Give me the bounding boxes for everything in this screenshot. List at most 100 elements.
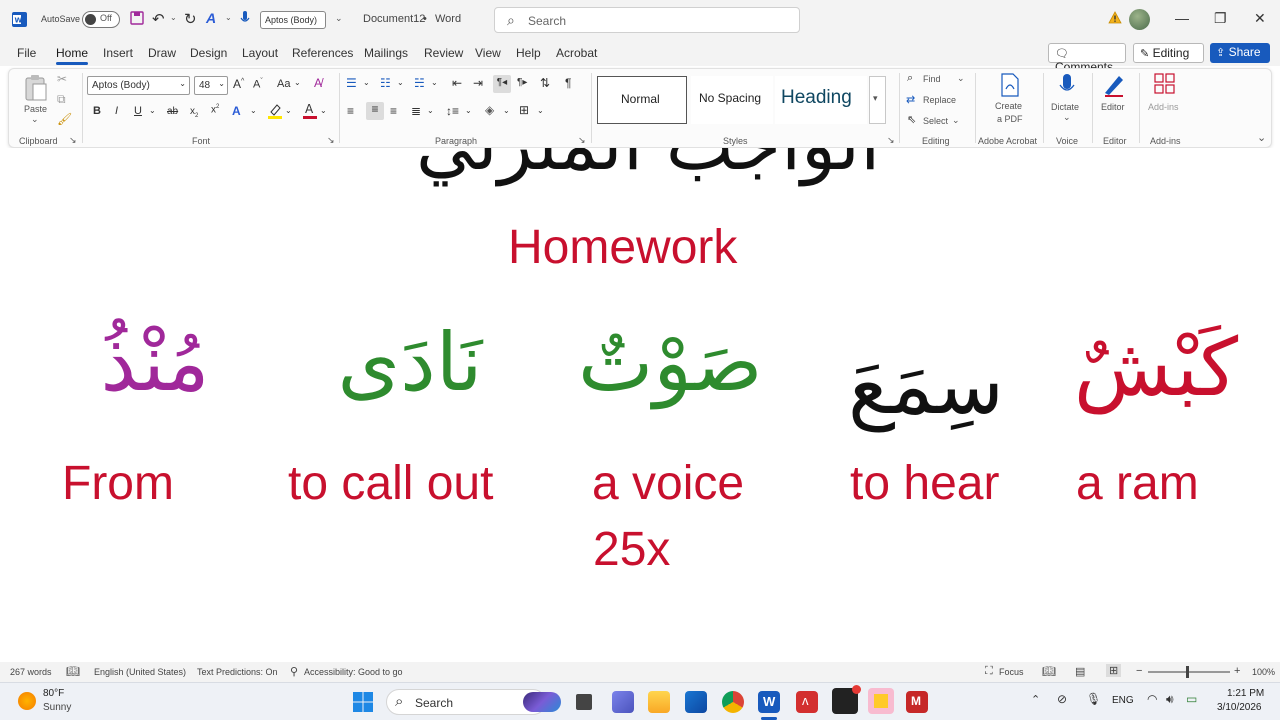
font-color-chevron-icon[interactable]: ⌄ <box>320 106 327 115</box>
web-layout-icon[interactable]: ⊞ <box>1106 664 1122 677</box>
find-icon[interactable]: ⌕ <box>907 72 913 85</box>
autosave-toggle[interactable]: Off <box>82 11 120 28</box>
clock-time[interactable]: 1:21 PM <box>1227 688 1264 699</box>
file-explorer-icon[interactable] <box>648 691 670 713</box>
tab-draw[interactable]: Draw <box>148 46 176 60</box>
chrome-icon[interactable] <box>722 691 744 713</box>
font-size-combo[interactable]: 48 ⌄ <box>194 76 228 95</box>
create-pdf-icon[interactable] <box>999 73 1021 102</box>
weather-description[interactable]: Sunny <box>43 702 71 713</box>
clock-date[interactable]: 3/10/2026 <box>1217 702 1262 713</box>
line-spacing-chevron-icon[interactable]: ⌄ <box>465 106 472 115</box>
change-case-chevron-icon[interactable]: ⌄ <box>294 78 301 87</box>
tab-help[interactable]: Help <box>516 46 541 60</box>
battery-icon[interactable]: ▭ <box>1186 692 1197 706</box>
accessibility-status[interactable]: Accessibility: Good to go <box>304 667 403 677</box>
tab-view[interactable]: View <box>475 46 501 60</box>
strikethrough-icon[interactable]: ab <box>167 106 178 117</box>
tab-home[interactable]: Home <box>56 46 89 65</box>
restore-icon[interactable]: ❐ <box>1214 10 1227 27</box>
paragraph-launcher-icon[interactable]: ↘ <box>578 135 586 146</box>
acrobat-icon[interactable]: ᴧ <box>796 691 818 713</box>
ribbon-collapse-chevron-icon[interactable]: ⌄ <box>1257 131 1266 144</box>
warning-icon[interactable] <box>1108 11 1122 27</box>
text-effects-icon[interactable]: A <box>232 104 241 118</box>
shading-icon[interactable]: ◈ <box>485 103 494 117</box>
find-label[interactable]: Find <box>923 74 941 84</box>
accessibility-icon[interactable]: ⚲ <box>290 665 298 678</box>
justify-chevron-icon[interactable]: ⌄ <box>427 106 434 115</box>
share-button[interactable]: ⇪ Share ⌄ <box>1210 43 1270 72</box>
language-status[interactable]: English (United States) <box>94 667 186 677</box>
shrink-font-icon[interactable]: Aˇ <box>253 78 263 91</box>
weather-sun-icon[interactable] <box>18 692 36 710</box>
comments-button[interactable]: 🗨︎ Comments <box>1048 43 1126 74</box>
borders-icon[interactable]: ⊞ <box>519 103 529 117</box>
tab-mailings[interactable]: Mailings <box>364 46 408 60</box>
notes-app-icon[interactable] <box>868 688 894 714</box>
increase-indent-icon[interactable]: ⇥ <box>473 76 483 90</box>
text-effects-chevron-icon[interactable]: ⌄ <box>250 106 257 115</box>
title-font-box[interactable]: Aptos (Body) <box>260 11 326 29</box>
redo-icon[interactable]: ↻ <box>184 10 197 28</box>
recording-app-icon[interactable] <box>832 685 861 714</box>
zoom-level[interactable]: 100% <box>1252 667 1275 677</box>
save-icon[interactable] <box>130 11 144 28</box>
focus-label[interactable]: Focus <box>999 667 1024 677</box>
tab-design[interactable]: Design <box>190 46 227 60</box>
subscript-icon[interactable]: x2 <box>190 106 198 119</box>
focus-icon[interactable]: ⛶ <box>985 665 993 678</box>
undo-dropdown-icon[interactable]: ⌄ <box>170 13 177 22</box>
style-no-spacing[interactable]: No Spacing <box>691 76 773 124</box>
tab-insert[interactable]: Insert <box>103 46 133 60</box>
decrease-indent-icon[interactable]: ⇤ <box>452 76 462 90</box>
qat-dropdown-icon[interactable]: ⌄ <box>225 13 232 22</box>
superscript-icon[interactable]: x2 <box>211 104 219 115</box>
numbering-chevron-icon[interactable]: ⌄ <box>397 78 404 87</box>
multilevel-chevron-icon[interactable]: ⌄ <box>431 78 438 87</box>
dictate-chevron-icon[interactable]: ⌄ <box>1063 112 1071 123</box>
addins-icon[interactable] <box>1154 73 1176 100</box>
grow-font-icon[interactable]: A^ <box>233 77 244 91</box>
change-case-button[interactable]: Aa <box>277 78 290 90</box>
network-off-icon[interactable]: ⊘ <box>1057 692 1067 706</box>
style-heading[interactable]: Heading <box>775 76 867 124</box>
input-language[interactable]: ENG <box>1112 695 1134 706</box>
multilevel-list-icon[interactable]: ☵ <box>414 76 425 90</box>
replace-icon[interactable]: ⇄ <box>906 93 915 106</box>
teams-icon[interactable] <box>612 691 634 713</box>
ltr-direction-icon[interactable]: ¶▸ <box>517 77 527 88</box>
replace-label[interactable]: Replace <box>923 95 956 105</box>
underline-icon[interactable]: U <box>134 105 142 117</box>
customize-qat-icon[interactable]: ⌄ <box>335 13 343 24</box>
zoom-in-icon[interactable]: + <box>1234 665 1240 677</box>
borders-chevron-icon[interactable]: ⌄ <box>537 106 544 115</box>
close-icon[interactable]: ✕ <box>1254 10 1266 27</box>
zoom-slider-thumb[interactable] <box>1186 666 1189 678</box>
bullets-icon[interactable]: ☰ <box>346 76 357 90</box>
font-launcher-icon[interactable]: ↘ <box>327 135 335 146</box>
microphone-icon[interactable] <box>240 10 250 29</box>
zoom-slider[interactable] <box>1148 666 1230 678</box>
print-layout-icon[interactable]: ▤ <box>1075 665 1085 678</box>
italic-icon[interactable]: I <box>115 105 118 117</box>
clear-formatting-icon[interactable]: A̸ <box>314 76 322 90</box>
document-canvas[interactable]: الواجب المنزلي Homework مُنْذُ نَادَى صَ… <box>0 148 1280 662</box>
create-pdf-label-1[interactable]: Create <box>995 101 1022 111</box>
text-effects-icon[interactable]: A <box>206 10 216 26</box>
justify-icon[interactable]: ≣ <box>411 104 421 118</box>
tab-file[interactable]: File <box>17 46 36 60</box>
style-normal[interactable]: Normal <box>597 76 687 124</box>
word-count[interactable]: 267 words <box>10 667 52 677</box>
minimize-icon[interactable]: — <box>1175 10 1189 26</box>
highlight-chevron-icon[interactable]: ⌄ <box>285 106 292 115</box>
tab-references[interactable]: References <box>292 46 353 60</box>
store-icon[interactable] <box>685 691 707 713</box>
rtl-direction-icon[interactable]: ¶◂ <box>493 75 511 93</box>
font-name-combo[interactable]: Aptos (Body) ⌄ <box>87 76 190 95</box>
font-color-icon[interactable]: A <box>303 102 317 122</box>
align-left-icon[interactable]: ≡ <box>347 104 354 118</box>
word-logo-icon[interactable]: W <box>12 12 27 27</box>
mic-tray-icon[interactable]: 🎙︎ <box>1086 692 1101 706</box>
create-pdf-label-2[interactable]: a PDF <box>997 114 1023 124</box>
